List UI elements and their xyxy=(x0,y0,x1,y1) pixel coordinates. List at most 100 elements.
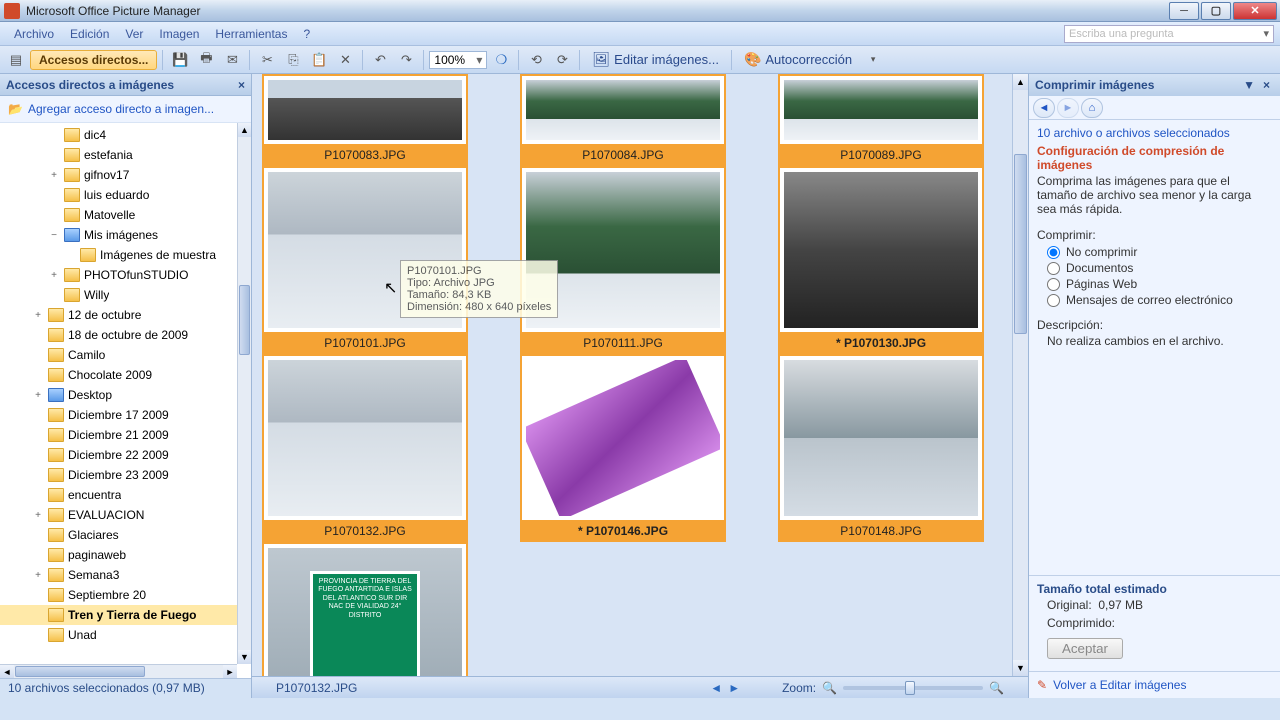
thumbnail-item[interactable]: P1070148.JPG xyxy=(778,354,984,542)
window-title: Microsoft Office Picture Manager xyxy=(26,4,1168,18)
prev-image-icon[interactable]: ◄ xyxy=(710,681,722,695)
add-shortcut-link[interactable]: Agregar acceso directo a imagen... xyxy=(0,96,251,123)
thumbnail-item[interactable]: * P1070130.JPG xyxy=(778,166,984,354)
tree-item[interactable]: Imágenes de muestra xyxy=(0,245,237,265)
left-panel-header: Accesos directos a imágenes × xyxy=(0,74,251,96)
toolbar: ▤ Accesos directos... 💾 🖶 ✉ ✂ ⎘ 📋 ✕ ↶ ↷ … xyxy=(0,46,1280,74)
radio-no-compress[interactable]: No comprimir xyxy=(1037,244,1272,260)
cut-icon[interactable]: ✂ xyxy=(255,49,279,71)
toolbar-overflow-icon[interactable]: ▾ xyxy=(861,49,885,71)
mail-icon[interactable]: ✉ xyxy=(220,49,244,71)
nav-back-icon[interactable]: ◄ xyxy=(1033,98,1055,118)
compress-description: Comprima las imágenes para que el tamaño… xyxy=(1037,174,1272,216)
menu-edicion[interactable]: Edición xyxy=(62,25,117,43)
copy-icon[interactable]: ⎘ xyxy=(281,49,305,71)
task-pane-dropdown-icon[interactable]: ▼ xyxy=(1239,78,1259,92)
tree-item[interactable]: paginaweb xyxy=(0,545,237,565)
task-pane-header: Comprimir imágenes ▼ × xyxy=(1029,74,1280,96)
delete-icon[interactable]: ✕ xyxy=(333,49,357,71)
thumbnail-item[interactable]: PROVINCIA DE TIERRA DEL FUEGO ANTARTIDA … xyxy=(262,542,468,676)
edit-icon: ✎ xyxy=(1037,678,1047,692)
rotate-right-icon[interactable]: ⟳ xyxy=(550,49,574,71)
tree-item[interactable]: Camilo xyxy=(0,345,237,365)
tree-item[interactable]: Diciembre 17 2009 xyxy=(0,405,237,425)
current-filename: P1070132.JPG xyxy=(276,681,357,695)
maximize-button[interactable]: ▢ xyxy=(1201,2,1231,20)
tree-item[interactable]: Chocolate 2009 xyxy=(0,365,237,385)
tree-item[interactable]: +Semana3 xyxy=(0,565,237,585)
image-tooltip: P1070101.JPGTipo: Archivo JPGTamaño: 84,… xyxy=(400,260,558,318)
menu-ver[interactable]: Ver xyxy=(117,25,151,43)
title-bar: Microsoft Office Picture Manager ─ ▢ ✕ xyxy=(0,0,1280,22)
zoom-slider[interactable] xyxy=(843,686,983,690)
tree-item[interactable]: Glaciares xyxy=(0,525,237,545)
tree-item[interactable]: −Mis imágenes xyxy=(0,225,237,245)
help-icon[interactable]: ❍ xyxy=(489,49,513,71)
tree-item[interactable]: Willy xyxy=(0,285,237,305)
cursor-icon: ↖ xyxy=(384,278,397,298)
save-icon[interactable]: 💾 xyxy=(168,49,192,71)
tree-item[interactable]: 18 de octubre de 2009 xyxy=(0,325,237,345)
tree-item[interactable]: Diciembre 22 2009 xyxy=(0,445,237,465)
minimize-button[interactable]: ─ xyxy=(1169,2,1199,20)
thumbnail-item[interactable]: P1070084.JPG xyxy=(520,74,726,166)
shortcuts-pane-icon[interactable]: ▤ xyxy=(4,49,28,71)
tree-item[interactable]: encuentra xyxy=(0,485,237,505)
thumbnail-item[interactable]: P1070089.JPG xyxy=(778,74,984,166)
help-question-input[interactable]: Escriba una pregunta▾ xyxy=(1064,25,1274,43)
compress-for-label: Comprimir: xyxy=(1037,228,1272,242)
close-button[interactable]: ✕ xyxy=(1233,2,1277,20)
menu-bar: Archivo Edición Ver Imagen Herramientas … xyxy=(0,22,1280,46)
shortcuts-button[interactable]: Accesos directos... xyxy=(30,50,157,70)
radio-documents[interactable]: Documentos xyxy=(1037,260,1272,276)
status-bar: P1070132.JPG ◄ ► Zoom: 🔍 🔍 xyxy=(252,676,1028,698)
paste-icon[interactable]: 📋 xyxy=(307,49,331,71)
edit-images-button[interactable]: 🖼Editar imágenes... xyxy=(585,49,726,71)
left-panel-close-icon[interactable]: × xyxy=(238,78,245,92)
undo-icon[interactable]: ↶ xyxy=(368,49,392,71)
radio-email[interactable]: Mensajes de correo electrónico xyxy=(1037,292,1272,308)
nav-fwd-icon[interactable]: ► xyxy=(1057,98,1079,118)
tree-item[interactable]: +gifnov17 xyxy=(0,165,237,185)
selection-status: 10 archivos seleccionados (0,97 MB) xyxy=(0,678,251,698)
menu-herramientas[interactable]: Herramientas xyxy=(207,25,295,43)
task-pane-close-icon[interactable]: × xyxy=(1259,78,1274,92)
tree-item[interactable]: Septiembre 20 xyxy=(0,585,237,605)
auto-correct-button[interactable]: 🎨Autocorrección xyxy=(737,49,859,71)
tree-item[interactable]: +EVALUACION xyxy=(0,505,237,525)
thumbnail-area: ▦ ▭ ▢ P1070083.JPGP1070084.JPGP1070089.J… xyxy=(252,74,1028,698)
thumbnails-scrollbar[interactable]: ▲▼ xyxy=(1012,74,1028,676)
tree-item[interactable]: Unad xyxy=(0,625,237,645)
menu-help[interactable]: ? xyxy=(295,25,318,43)
next-image-icon[interactable]: ► xyxy=(728,681,740,695)
tree-horizontal-scrollbar[interactable]: ◄► xyxy=(0,664,237,678)
tree-item[interactable]: luis eduardo xyxy=(0,185,237,205)
thumbnail-item[interactable]: P1070083.JPG xyxy=(262,74,468,166)
tree-item[interactable]: +PHOTOfunSTUDIO xyxy=(0,265,237,285)
zoom-out-icon[interactable]: 🔍 xyxy=(822,681,837,695)
tree-item[interactable]: dic4 xyxy=(0,125,237,145)
accept-button[interactable]: Aceptar xyxy=(1047,638,1123,659)
tree-item[interactable]: +Desktop xyxy=(0,385,237,405)
nav-home-icon[interactable]: ⌂ xyxy=(1081,98,1103,118)
tree-item[interactable]: Diciembre 23 2009 xyxy=(0,465,237,485)
zoom-in-icon[interactable]: 🔍 xyxy=(989,681,1004,695)
tree-vertical-scrollbar[interactable]: ▲▼ xyxy=(237,123,251,664)
redo-icon[interactable]: ↷ xyxy=(394,49,418,71)
tree-item[interactable]: +12 de octubre xyxy=(0,305,237,325)
tree-item[interactable]: Tren y Tierra de Fuego xyxy=(0,605,237,625)
radio-web[interactable]: Páginas Web xyxy=(1037,276,1272,292)
tree-item[interactable]: estefania xyxy=(0,145,237,165)
menu-imagen[interactable]: Imagen xyxy=(151,25,207,43)
back-to-edit-link[interactable]: ✎ Volver a Editar imágenes xyxy=(1029,671,1280,698)
rotate-left-icon[interactable]: ⟲ xyxy=(524,49,548,71)
thumbnail-item[interactable]: * P1070146.JPG xyxy=(520,354,726,542)
menu-archivo[interactable]: Archivo xyxy=(6,25,62,43)
task-pane: Comprimir imágenes ▼ × ◄ ► ⌂ 10 archivo … xyxy=(1028,74,1280,698)
folder-tree: dic4estefania+gifnov17luis eduardoMatove… xyxy=(0,123,251,678)
print-icon[interactable]: 🖶 xyxy=(194,49,218,71)
thumbnail-item[interactable]: P1070132.JPG xyxy=(262,354,468,542)
tree-item[interactable]: Matovelle xyxy=(0,205,237,225)
zoom-combo[interactable]: 100%▾ xyxy=(429,51,487,69)
tree-item[interactable]: Diciembre 21 2009 xyxy=(0,425,237,445)
